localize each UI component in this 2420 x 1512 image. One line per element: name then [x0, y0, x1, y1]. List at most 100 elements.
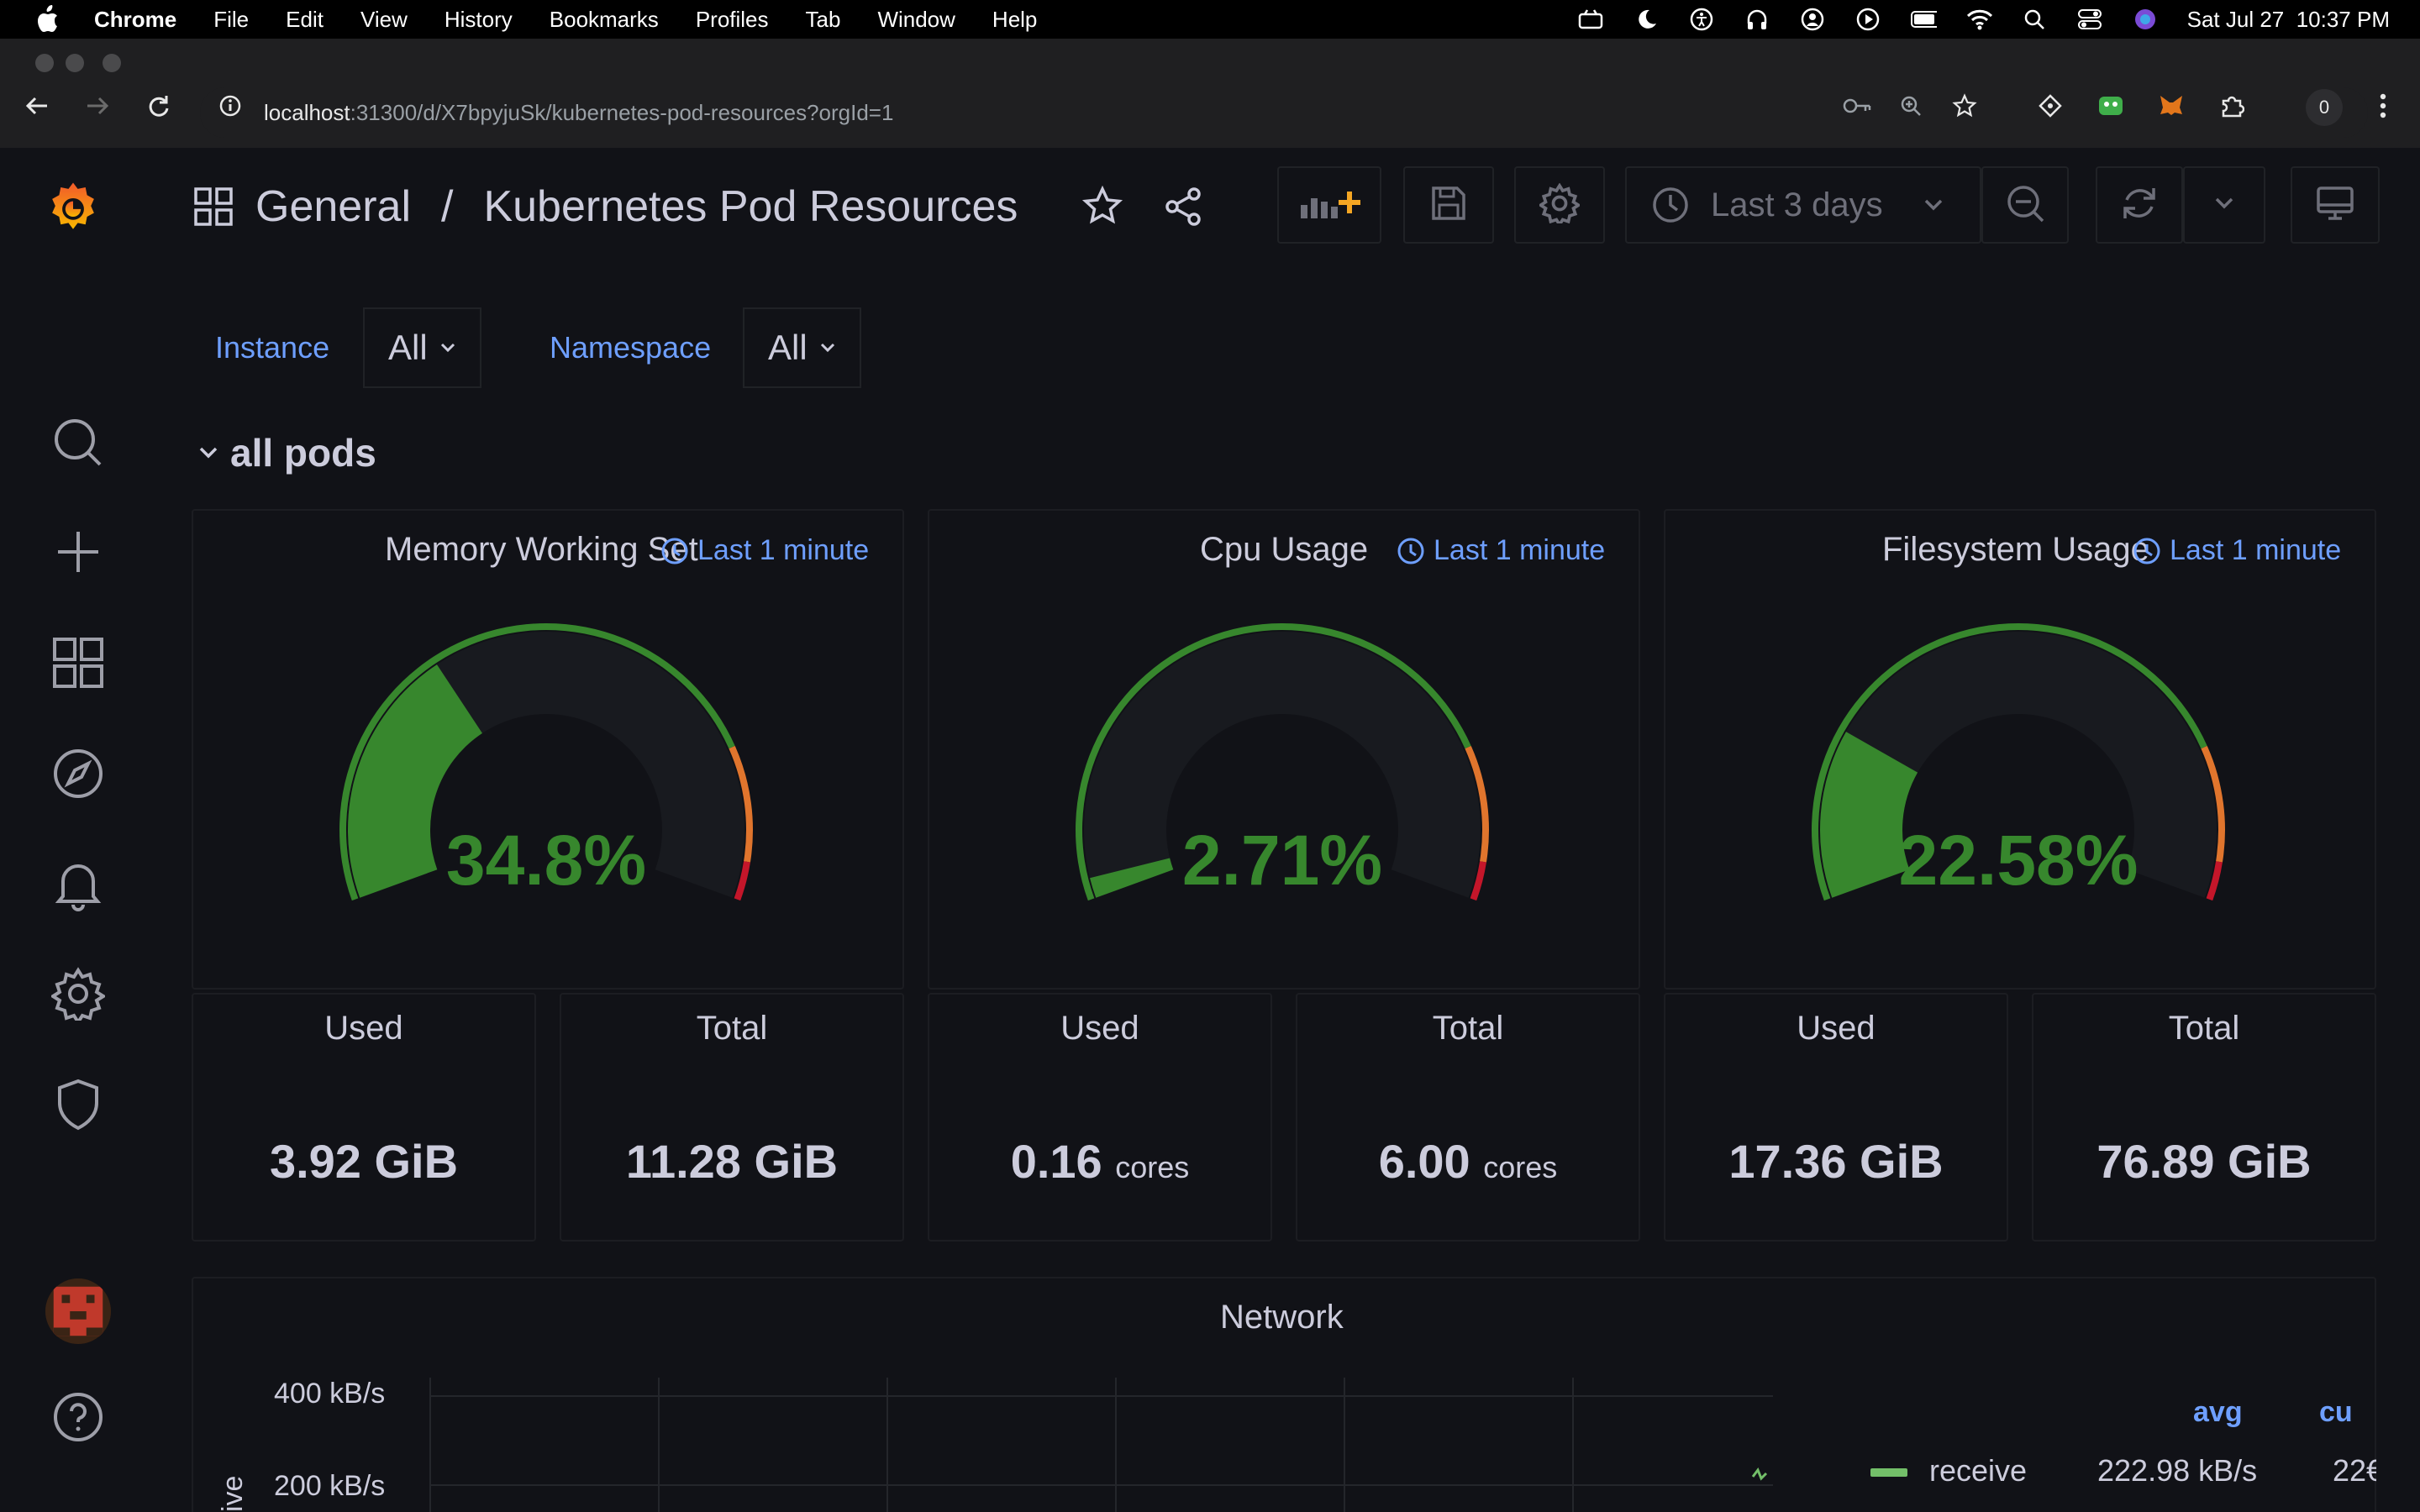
kebab-menu-icon[interactable]	[2366, 89, 2400, 123]
add-panel-button[interactable]	[1277, 166, 1381, 244]
monitor-icon	[2315, 185, 2355, 226]
window-zoom-button[interactable]	[103, 54, 121, 72]
extension-green-icon[interactable]	[2094, 89, 2128, 123]
menu-bookmarks[interactable]: Bookmarks	[550, 7, 659, 33]
forward-arrow-icon[interactable]	[81, 89, 114, 123]
menu-help[interactable]: Help	[992, 7, 1037, 33]
share-icon[interactable]	[1162, 186, 1204, 228]
refresh-interval-dropdown[interactable]	[2183, 166, 2265, 244]
star-icon[interactable]	[1081, 186, 1123, 228]
variable-value: All	[768, 328, 808, 367]
headphones-icon[interactable]	[1744, 6, 1770, 33]
y-axis-label: ive	[217, 1475, 249, 1512]
grafana-logo-icon[interactable]	[44, 178, 103, 237]
chevron-down-icon	[819, 342, 836, 354]
menu-chrome[interactable]: Chrome	[94, 7, 176, 33]
refresh-icon	[2119, 183, 2160, 228]
moon-icon[interactable]	[1633, 6, 1660, 33]
stat-label: Total	[2168, 1010, 2240, 1047]
legend-header-current[interactable]: cu	[2319, 1396, 2353, 1429]
zoom-icon[interactable]	[1894, 89, 1928, 123]
legend-series-name[interactable]: receive	[1929, 1453, 2027, 1488]
plus-icon[interactable]	[49, 522, 108, 581]
time-range-picker[interactable]: Last 3 days	[1625, 166, 1981, 244]
gear-icon	[1537, 181, 1582, 228]
search-icon[interactable]	[49, 413, 108, 472]
breadcrumb-separator: /	[441, 182, 454, 231]
profile-badge[interactable]: 0	[2306, 89, 2343, 126]
bookmark-star-icon[interactable]	[1948, 89, 1981, 123]
compass-explore-icon[interactable]	[49, 744, 108, 803]
extension-diamond-icon[interactable]	[2033, 89, 2067, 123]
panel-title[interactable]: Network	[1220, 1299, 1344, 1336]
stat-value: 3.92 GiB	[269, 1135, 459, 1188]
menu-tab[interactable]: Tab	[806, 7, 841, 33]
chevron-down-icon	[1923, 198, 1944, 212]
menu-window[interactable]: Window	[877, 7, 955, 33]
back-arrow-icon[interactable]	[20, 89, 54, 123]
legend-current-value: 22€	[2333, 1453, 2376, 1488]
bell-alerting-icon[interactable]	[49, 855, 108, 914]
help-icon[interactable]	[49, 1388, 108, 1446]
play-circle-icon[interactable]	[1854, 6, 1881, 33]
chevron-down-icon	[198, 446, 218, 459]
search-icon[interactable]	[2021, 6, 2048, 33]
apple-icon[interactable]	[34, 5, 60, 33]
dashboards-grid-icon[interactable]	[49, 633, 108, 692]
zoom-out-button[interactable]	[1981, 166, 2069, 244]
shield-icon[interactable]	[49, 1075, 108, 1134]
reload-icon[interactable]	[141, 89, 175, 123]
variable-select-instance[interactable]: All	[363, 307, 481, 388]
breadcrumb-folder-link[interactable]: General	[255, 181, 411, 232]
window-close-button[interactable]	[35, 54, 54, 72]
add-panel-icon	[1297, 186, 1361, 224]
user-avatar[interactable]	[45, 1278, 111, 1344]
stat-label: Used	[324, 1010, 403, 1047]
panel-title[interactable]: Memory Working Set	[385, 531, 698, 569]
wifi-icon[interactable]	[1965, 6, 1992, 33]
stat-label: Used	[1060, 1010, 1139, 1047]
dashboard-settings-button[interactable]	[1514, 166, 1605, 244]
save-dashboard-button[interactable]	[1403, 166, 1494, 244]
url-text[interactable]: localhost:31300/d/X7bpyjuSk/kubernetes-p…	[264, 93, 893, 132]
window-minimize-button[interactable]	[66, 54, 84, 72]
variable-label-instance: Instance	[192, 307, 354, 388]
legend-color-swatch	[1870, 1468, 1907, 1477]
panel-title[interactable]: Filesystem Usage	[1882, 531, 2149, 569]
stat-label: Used	[1797, 1010, 1876, 1047]
stat-value: 0.16 cores	[1010, 1135, 1190, 1188]
variable-select-namespace[interactable]: All	[743, 307, 861, 388]
menu-edit[interactable]: Edit	[286, 7, 324, 33]
row-toggle[interactable]: all pods	[198, 430, 376, 475]
refresh-button[interactable]	[2096, 166, 2183, 244]
accessibility-icon[interactable]	[1688, 6, 1715, 33]
variable-label-namespace: Namespace	[526, 307, 735, 388]
stat-value: 11.28 GiB	[625, 1135, 839, 1188]
gear-icon[interactable]	[49, 964, 108, 1023]
menu-profiles[interactable]: Profiles	[696, 7, 769, 33]
control-center-icon[interactable]	[2076, 6, 2103, 33]
status-app-icon[interactable]	[1577, 6, 1604, 33]
metamask-fox-icon[interactable]	[2154, 89, 2188, 123]
macos-menubar: Chrome File Edit View History Bookmarks …	[0, 0, 2420, 39]
siri-icon[interactable]	[2132, 6, 2159, 33]
site-info-icon[interactable]	[213, 89, 247, 123]
clock-icon	[2133, 537, 2161, 565]
legend-avg-value: 222.98 kB/s	[2097, 1453, 2258, 1488]
menu-file[interactable]: File	[213, 7, 249, 33]
panel-title[interactable]: Cpu Usage	[1200, 531, 1368, 569]
chevron-down-icon	[2214, 197, 2234, 214]
menubar-clock[interactable]: Sat Jul 27 10:37 PM	[2187, 7, 2390, 33]
chevron-down-icon	[439, 342, 456, 354]
row-title: all pods	[230, 431, 376, 475]
menu-history[interactable]: History	[445, 7, 513, 33]
battery-icon[interactable]	[1910, 6, 1937, 33]
dashboard-title[interactable]: Kubernetes Pod Resources	[483, 181, 1018, 232]
legend-header-avg[interactable]: avg	[2193, 1396, 2243, 1429]
menu-view[interactable]: View	[360, 7, 408, 33]
tv-mode-button[interactable]	[2291, 166, 2380, 244]
user-circle-icon[interactable]	[1799, 6, 1826, 33]
gauge-value: 34.8%	[445, 821, 647, 900]
extensions-puzzle-icon[interactable]	[2215, 89, 2249, 123]
password-key-icon[interactable]	[1840, 89, 1874, 123]
